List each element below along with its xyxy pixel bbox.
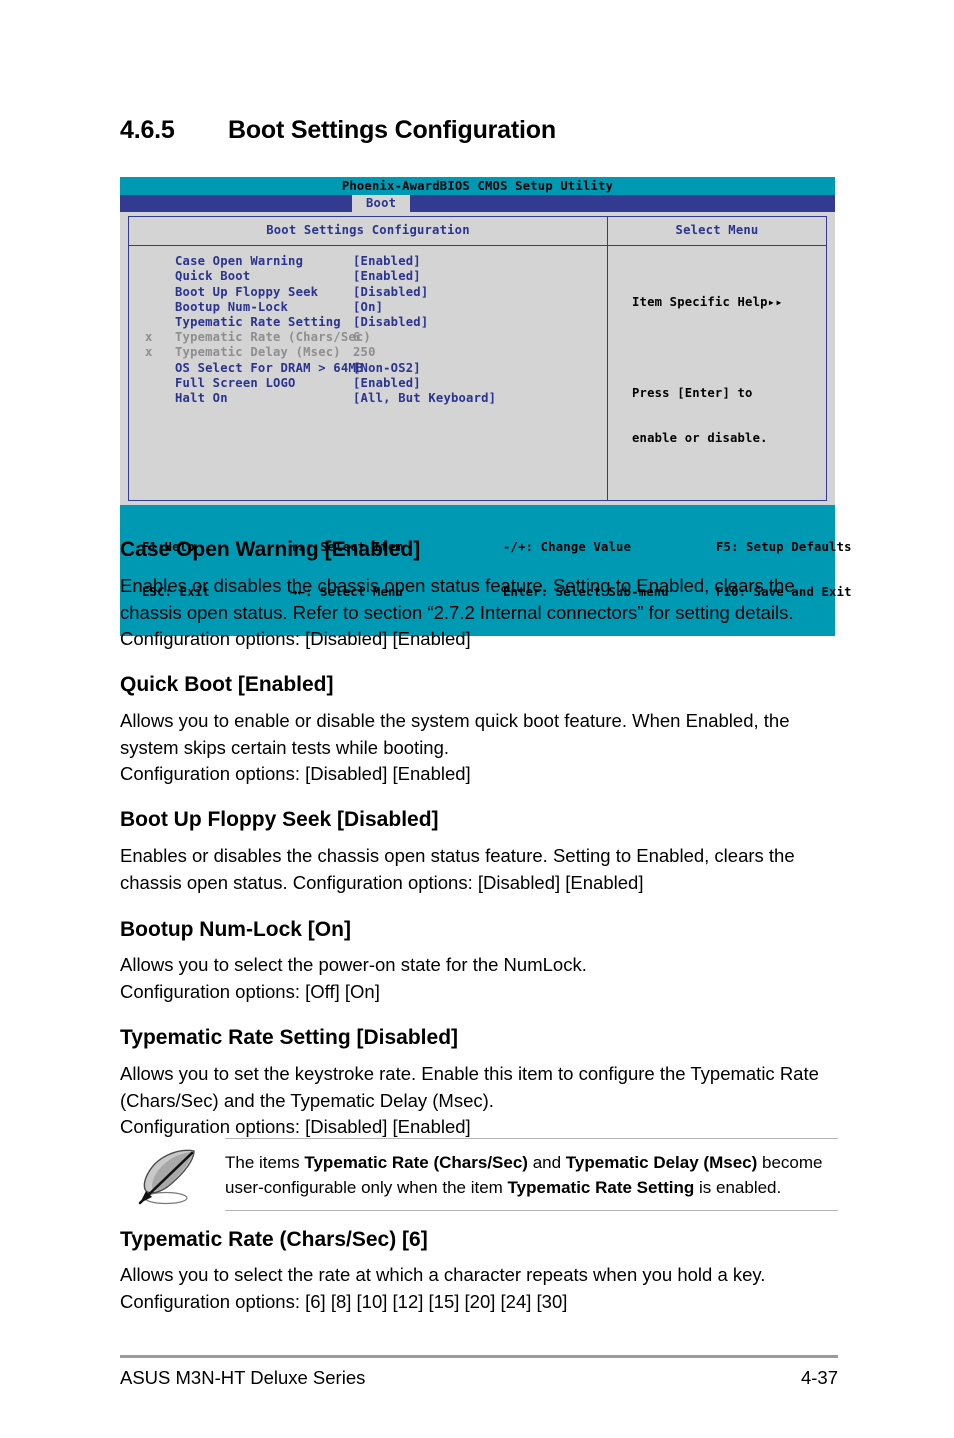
boot-settings-option-list: Case Open Warning [Enabled] Quick Boot [Ena… xyxy=(129,246,607,500)
bios-option-label: Typematic Rate (Chars/Sec) xyxy=(175,330,371,345)
bios-option-label: Typematic Delay (Msec) xyxy=(175,345,341,360)
footer-page-number: 4-37 xyxy=(800,1367,838,1388)
section-heading: 4.6.5 Boot Settings Configuration xyxy=(120,116,556,145)
bios-option-label: OS Select For DRAM > 64MB xyxy=(175,360,364,375)
bios-option-row[interactable]: Full Screen LOGO [Enabled] xyxy=(129,376,607,391)
bios-option-row[interactable]: Halt On [All, But Keyboard] xyxy=(129,391,607,406)
note-text-2: and xyxy=(527,1153,566,1172)
bios-option-label: Quick Boot xyxy=(175,269,251,284)
bios-option-label: Case Open Warning xyxy=(175,254,304,269)
bios-option-mark xyxy=(145,300,175,315)
quill-pen-icon xyxy=(138,1149,195,1205)
help-title: Item Specific Help▸▸ xyxy=(632,294,783,309)
bios-option-mark xyxy=(145,391,175,406)
bios-option-label: Halt On xyxy=(175,391,228,406)
footer-product-name: ASUS M3N-HT Deluxe Series xyxy=(120,1367,366,1388)
bios-option-row[interactable]: Bootup Num-Lock [On] xyxy=(129,300,607,315)
section-number: 4.6.5 xyxy=(120,116,175,144)
item-heading-typematic-rate-setting: Typematic Rate Setting [Disabled] xyxy=(120,1026,459,1049)
bios-setup-screen: Phoenix-AwardBIOS CMOS Setup Utility Boo… xyxy=(120,177,851,636)
bios-option-mark xyxy=(145,315,175,330)
key-f5-setup-defaults: F5: Setup Defaults xyxy=(716,539,852,554)
note-divider-top xyxy=(225,1138,838,1139)
bios-option-row[interactable]: x Typematic Delay (Msec) 250 xyxy=(129,345,607,360)
bios-option-value[interactable]: [Disabled] xyxy=(353,285,428,300)
bios-option-row[interactable]: Quick Boot [Enabled] xyxy=(129,269,607,284)
item-heading-typematic-rate-chars-sec: Typematic Rate (Chars/Sec) [6] xyxy=(120,1228,428,1251)
item-body-quick-boot: Allows you to enable or disable the syst… xyxy=(120,710,790,784)
bios-menu-bar: Boot xyxy=(120,195,835,212)
bios-option-mark xyxy=(145,376,175,391)
help-line-1: Press [Enter] to xyxy=(632,385,753,400)
bios-option-row[interactable]: Case Open Warning [Enabled] xyxy=(129,254,607,269)
note-bold-3: Typematic Rate Setting xyxy=(507,1178,695,1197)
item-heading-boot-up-floppy-seek: Boot Up Floppy Seek [Disabled] xyxy=(120,808,439,831)
bios-option-label: Full Screen LOGO xyxy=(175,375,296,390)
item-body-typematic-rate-setting: Allows you to set the keystroke rate. En… xyxy=(120,1063,819,1137)
note-bold-2: Typematic Delay (Msec) xyxy=(565,1153,758,1172)
boot-settings-panel: Boot Settings Configuration Case Open Wa… xyxy=(128,216,607,502)
select-menu-panel: Select Menu Item Specific Help▸▸ Press [… xyxy=(607,216,827,502)
bios-option-value[interactable]: [On] xyxy=(353,300,383,315)
note-bold-1: Typematic Rate (Chars/Sec) xyxy=(304,1153,528,1172)
bios-option-value[interactable]: 6 xyxy=(353,330,361,345)
item-body-case-open-warning: Enables or disables the chassis open sta… xyxy=(120,575,795,649)
bios-option-value[interactable]: [Disabled] xyxy=(353,315,428,330)
bios-option-label: Typematic Rate Setting xyxy=(175,315,341,330)
bios-option-mark: x xyxy=(145,345,153,360)
bios-option-value[interactable]: [Non-OS2] xyxy=(353,361,421,376)
bios-option-mark xyxy=(145,269,175,284)
bios-body: Boot Settings Configuration Case Open Wa… xyxy=(120,212,835,506)
bios-option-mark: x xyxy=(145,330,153,345)
document-page: 4.6.5 Boot Settings Configuration Phoeni… xyxy=(0,0,954,1438)
bios-option-row[interactable]: Typematic Rate Setting [Disabled] xyxy=(129,315,607,330)
item-heading-quick-boot: Quick Boot [Enabled] xyxy=(120,673,334,696)
panel-title-select-menu: Select Menu xyxy=(608,217,826,247)
item-heading-bootup-num-lock: Bootup Num-Lock [On] xyxy=(120,918,351,941)
footer-divider xyxy=(120,1355,838,1358)
help-line-2: enable or disable. xyxy=(632,431,768,446)
bios-option-value[interactable]: [Enabled] xyxy=(353,376,421,391)
tab-boot[interactable]: Boot xyxy=(352,195,411,212)
bios-option-mark xyxy=(145,285,175,300)
item-specific-help: Item Specific Help▸▸ Press [Enter] to en… xyxy=(608,246,826,500)
bios-option-mark xyxy=(145,361,175,376)
bios-option-value[interactable]: 250 xyxy=(353,345,376,360)
bios-option-mark xyxy=(145,254,175,269)
bios-option-row[interactable]: OS Select For DRAM > 64MB [Non-OS2] xyxy=(129,361,607,376)
bios-option-row[interactable]: x Typematic Rate (Chars/Sec) 6 xyxy=(129,330,607,345)
bios-option-label: Bootup Num-Lock xyxy=(175,299,289,314)
note-divider-bottom xyxy=(225,1210,838,1211)
bios-option-row[interactable]: Boot Up Floppy Seek [Disabled] xyxy=(129,285,607,300)
note-text-1: The items xyxy=(225,1153,305,1172)
bios-option-value[interactable]: [Enabled] xyxy=(353,254,421,269)
item-body-typematic-rate-chars-sec: Allows you to select the rate at which a… xyxy=(120,1264,766,1312)
note-text-4: is enabled. xyxy=(694,1178,782,1197)
item-body-boot-up-floppy-seek: Enables or disables the chassis open sta… xyxy=(120,845,795,893)
note-text: The items Typematic Rate (Chars/Sec) and… xyxy=(225,1150,838,1200)
help-spacer xyxy=(632,340,826,355)
item-heading-case-open-warning: Case Open Warning [Enabled] xyxy=(120,538,421,561)
item-body-bootup-num-lock: Allows you to select the power-on state … xyxy=(120,954,587,1002)
bios-option-label: Boot Up Floppy Seek xyxy=(175,284,319,299)
key-change-value: -/+: Change Value xyxy=(503,539,632,554)
bios-option-value[interactable]: [All, But Keyboard] xyxy=(353,391,496,406)
bios-title-bar: Phoenix-AwardBIOS CMOS Setup Utility xyxy=(120,177,835,195)
panel-title-boot-settings: Boot Settings Configuration xyxy=(129,217,607,247)
bios-option-value[interactable]: [Enabled] xyxy=(353,269,421,284)
page-title: Boot Settings Configuration xyxy=(228,116,556,144)
